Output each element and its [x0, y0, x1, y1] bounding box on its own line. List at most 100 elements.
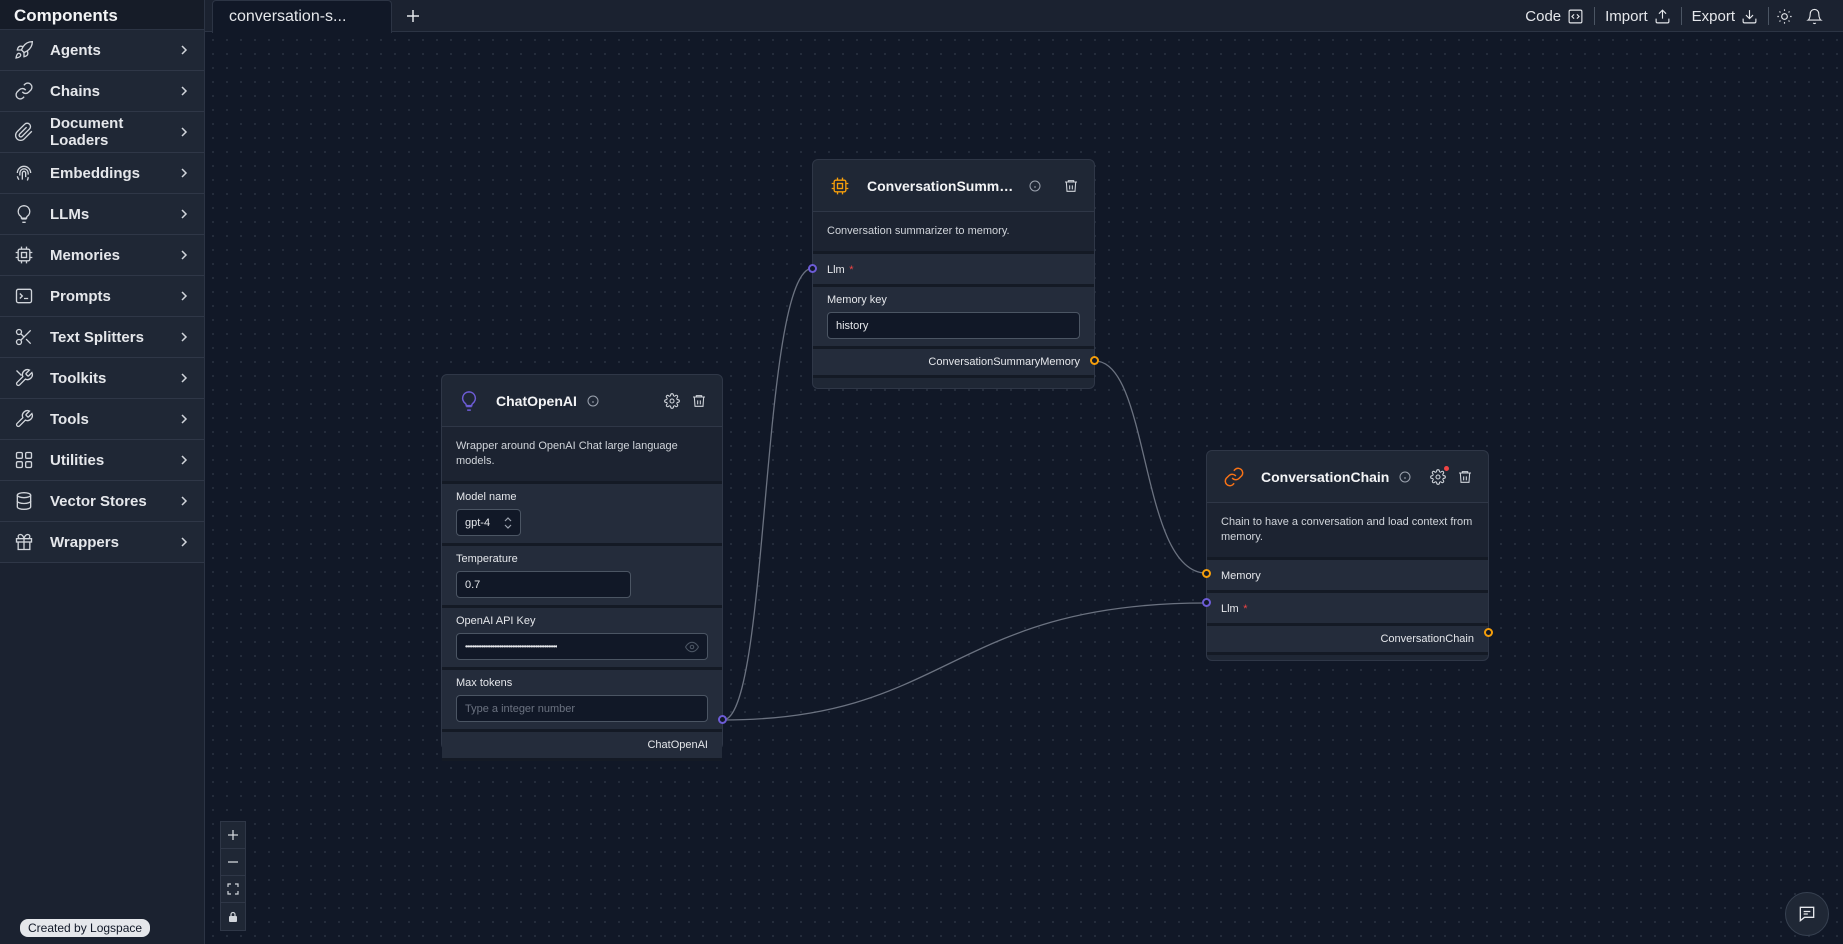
sidebar-item-prompts[interactable]: Prompts: [0, 276, 204, 317]
eye-icon[interactable]: [685, 640, 699, 654]
sidebar-item-embeddings[interactable]: Embeddings: [0, 153, 204, 194]
sun-icon: [1776, 8, 1792, 24]
sidebar-item-label: Embeddings: [50, 164, 141, 182]
memory-key-row: Memory key history: [813, 284, 1094, 346]
temperature-input[interactable]: 0.7: [456, 571, 631, 598]
plus-icon: [407, 10, 419, 22]
sidebar-item-llms[interactable]: LLMs: [0, 194, 204, 235]
sidebar-item-label: Tools: [50, 410, 89, 428]
sidebar-item-label: Document Loaders: [50, 115, 124, 149]
sidebar-item-document-loaders[interactable]: Document Loaders: [0, 112, 204, 153]
model-name-label: Model name: [456, 491, 517, 503]
chat-openai-output-handle[interactable]: [718, 715, 727, 724]
info-icon[interactable]: [1029, 180, 1041, 192]
api-key-row: OpenAI API Key •••••••••••••••••••••••••…: [442, 605, 722, 667]
node-header: ChatOpenAI: [442, 375, 722, 427]
export-button[interactable]: Export: [1682, 8, 1768, 25]
zoom-out-button[interactable]: [221, 849, 245, 876]
delete-node-button[interactable]: [688, 390, 710, 412]
chevron-right-icon: [181, 455, 188, 465]
import-button[interactable]: Import: [1595, 8, 1681, 25]
node-conversation-chain[interactable]: ConversationChain Chain to have a conver…: [1206, 450, 1489, 661]
sidebar-item-label: Chains: [50, 82, 101, 100]
zoom-in-button[interactable]: [221, 822, 245, 849]
memory-input-row: Memory: [1207, 557, 1488, 590]
tab-flow[interactable]: conversation-s...: [212, 0, 392, 33]
node-chat-openai[interactable]: ChatOpenAI Wrapper around OpenAI Chat la…: [441, 374, 723, 761]
lock-button[interactable]: [221, 903, 245, 930]
notifications-button[interactable]: [1799, 8, 1829, 25]
sidebar-item-vector-stores[interactable]: Vector Stores: [0, 481, 204, 522]
node-header: ConversationChain: [1207, 451, 1488, 503]
gear-icon: [664, 392, 680, 409]
required-marker: *: [849, 264, 854, 276]
chain-output-handle[interactable]: [1484, 628, 1493, 637]
alert-dot: [1444, 465, 1449, 471]
sidebar-item-memories[interactable]: Memories: [0, 235, 204, 276]
settings-button[interactable]: [661, 390, 683, 412]
code-button[interactable]: Code: [1515, 8, 1594, 25]
chevron-up-down-icon: [504, 516, 512, 529]
info-icon[interactable]: [587, 395, 599, 407]
chevron-right-icon: [181, 373, 188, 383]
llm-input-label: Llm: [1221, 603, 1239, 615]
llm-input-row: Llm *: [1207, 590, 1488, 623]
import-label: Import: [1605, 7, 1648, 25]
sidebar-item-agents[interactable]: Agents: [0, 30, 204, 71]
max-tokens-row: Max tokens Type a integer number: [442, 667, 722, 729]
chat-button[interactable]: [1785, 892, 1829, 936]
delete-node-button[interactable]: [1060, 175, 1082, 197]
lightbulb-icon: [12, 202, 36, 226]
sidebar-item-chains[interactable]: Chains: [0, 71, 204, 112]
output-row: ChatOpenAI: [442, 729, 722, 758]
database-icon: [12, 489, 36, 513]
sidebar-title: Components: [0, 0, 204, 30]
node-footer: [442, 758, 722, 770]
api-key-input[interactable]: ••••••••••••••••••••••••••••••••••••••••…: [456, 633, 708, 660]
memory-llm-input-handle[interactable]: [808, 264, 817, 273]
chevron-right-icon: [181, 45, 188, 55]
settings-button[interactable]: [1427, 465, 1449, 488]
chevron-right-icon: [181, 414, 188, 424]
sidebar-item-label: Agents: [50, 41, 101, 59]
memory-key-input[interactable]: history: [827, 312, 1080, 339]
trash-icon: [693, 394, 705, 407]
theme-toggle-button[interactable]: [1769, 8, 1799, 25]
sidebar-item-toolkits[interactable]: Toolkits: [0, 358, 204, 399]
temperature-row: Temperature 0.7: [442, 543, 722, 605]
credit-badge[interactable]: Created by Logspace: [20, 919, 151, 937]
node-title: ConversationSummary...: [867, 177, 1019, 194]
temperature-label: Temperature: [456, 553, 518, 565]
memory-input-label: Memory: [1221, 570, 1261, 582]
chat-bubble-icon: [1799, 906, 1815, 923]
add-tab-button[interactable]: [401, 4, 425, 28]
fit-view-button[interactable]: [221, 876, 245, 903]
delete-node-button[interactable]: [1454, 466, 1476, 488]
download-icon: [1742, 9, 1757, 23]
chevron-right-icon: [181, 127, 188, 137]
node-conversation-summary-memory[interactable]: ConversationSummary... Conversation summ…: [812, 159, 1095, 389]
scissors-icon: [12, 325, 36, 349]
rocket-icon: [12, 38, 36, 62]
chevron-right-icon: [181, 168, 188, 178]
sidebar-item-tools[interactable]: Tools: [0, 399, 204, 440]
chevron-right-icon: [181, 332, 188, 342]
node-description: Conversation summarizer to memory.: [813, 212, 1094, 251]
chain-memory-input-handle[interactable]: [1202, 569, 1211, 578]
chevron-right-icon: [181, 250, 188, 260]
memory-output-handle[interactable]: [1090, 356, 1099, 365]
max-tokens-input[interactable]: Type a integer number: [456, 695, 708, 722]
info-icon[interactable]: [1399, 471, 1411, 483]
model-name-select[interactable]: gpt-4: [456, 509, 521, 536]
chevron-right-icon: [181, 537, 188, 547]
chain-llm-input-handle[interactable]: [1202, 598, 1211, 607]
cpu-icon: [12, 243, 36, 267]
wrench-icon: [12, 407, 36, 431]
fit-view-icon: [227, 883, 239, 895]
sidebar-item-text-splitters[interactable]: Text Splitters: [0, 317, 204, 358]
sidebar-item-utilities[interactable]: Utilities: [0, 440, 204, 481]
sidebar-item-wrappers[interactable]: Wrappers: [0, 522, 204, 563]
toolkit-icon: [12, 366, 36, 390]
sidebar: Components Agents Chains Document Loader…: [0, 0, 205, 944]
fingerprint-icon: [12, 161, 36, 185]
